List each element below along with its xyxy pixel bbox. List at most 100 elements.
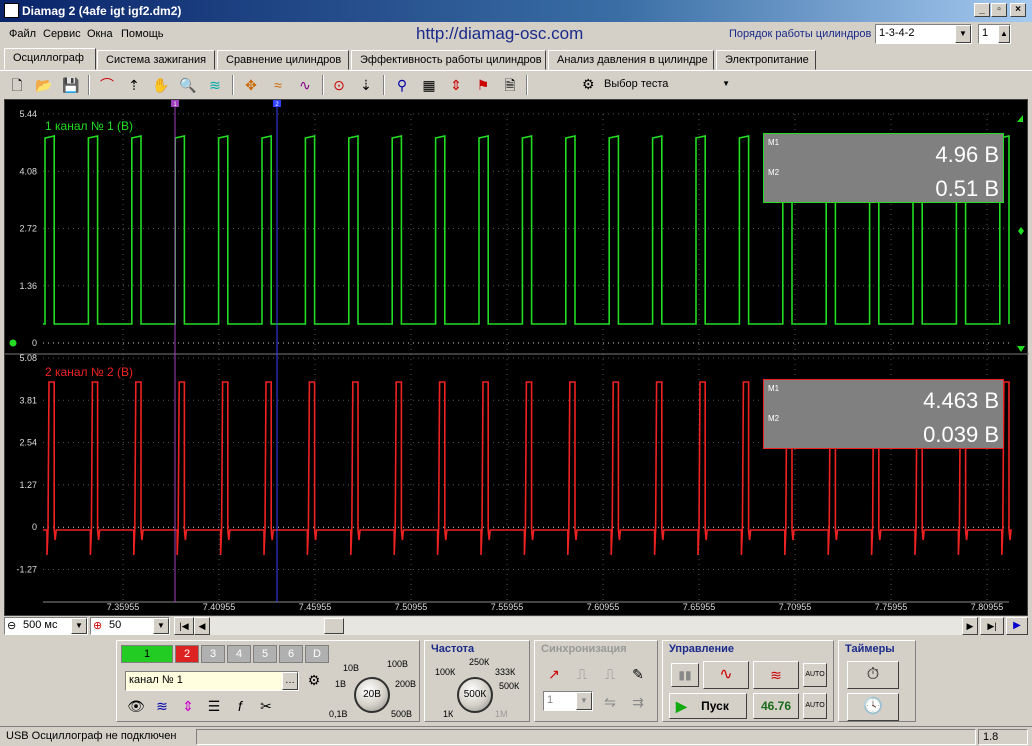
filter-lines-icon[interactable]: ☰	[203, 695, 225, 717]
horizontal-scrollbar[interactable]	[210, 617, 962, 635]
sync-split-icon[interactable]: ⇋	[599, 691, 621, 713]
trigger-icon[interactable]: ✥	[240, 74, 262, 96]
sine-wave-button[interactable]: ∿	[703, 661, 749, 689]
sync-group: Синхронизация ↗ ⎍ ⎍ ✎ 1 ▼ ⇋ ⇉	[534, 640, 658, 722]
cylinder-order-label: Порядок работы цилиндров	[729, 28, 872, 40]
wave-tool-icon[interactable]: ⌒	[96, 74, 118, 96]
pen-icon[interactable]: ✎	[627, 663, 649, 685]
channel-group: 1 2 3 4 5 6 D канал № 1 … ⚙ 👁 ≋ ⇕ ☰ f ✂ …	[116, 640, 420, 722]
menu-file[interactable]: Файл	[9, 28, 36, 40]
vertical-scale-icon[interactable]: ⇕	[177, 695, 199, 717]
step-down-icon[interactable]: ⎍	[599, 663, 621, 685]
overlay-icon[interactable]: ∿	[294, 74, 316, 96]
save-icon[interactable]: 💾	[60, 74, 82, 96]
scrollbar-thumb[interactable]	[324, 618, 344, 634]
scroll-last-button[interactable]: ▶|	[980, 617, 1004, 635]
channel-button-3[interactable]: 3	[201, 645, 225, 663]
start-label: Пуск	[701, 699, 729, 713]
function-icon[interactable]: f	[229, 695, 251, 717]
status-empty-cell	[196, 729, 976, 745]
channel-name-field[interactable]: канал № 1 …	[125, 671, 299, 691]
frequency-knob[interactable]: 500К	[457, 677, 493, 713]
noise-wave-button[interactable]: ≋	[753, 661, 799, 689]
split-icon[interactable]: ⇕	[445, 74, 467, 96]
zoom-icon[interactable]: 🔍	[177, 74, 199, 96]
close-button[interactable]: ×	[1010, 3, 1026, 17]
cylinder-order-select[interactable]: 1-3-4-2 ▼	[875, 24, 972, 44]
toolbar-separator	[88, 75, 90, 95]
more-icon: …	[282, 672, 298, 690]
filter-icon[interactable]: ⚲	[391, 74, 413, 96]
tab-ignition[interactable]: Система зажигания	[97, 50, 215, 70]
tab-pressure-analysis[interactable]: Анализ давления в цилиндре	[548, 50, 714, 70]
fps-display: 46.76	[753, 693, 799, 719]
channel-button-2[interactable]: 2	[175, 645, 199, 663]
channel2-m1-value: 4.463 В	[923, 388, 999, 413]
x-tick-label: 7.80955	[971, 602, 1004, 612]
points-select[interactable]: ⊕ 50 ▼	[90, 617, 170, 635]
step-up-icon[interactable]: ⎍	[571, 663, 593, 685]
waves-icon[interactable]: ≈	[267, 74, 289, 96]
minimize-button[interactable]: _	[974, 3, 990, 17]
cursor-tool-icon[interactable]: ⇡	[123, 74, 145, 96]
tools-icon[interactable]: ✂	[255, 695, 277, 717]
auto-scale-icon[interactable]: ⊙	[328, 74, 350, 96]
oscilloscope-view[interactable]: 7.35955 7.40955 7.45955 7.50955 7.55955 7.609…	[4, 99, 1029, 616]
tab-oscilloscope[interactable]: Осциллограф	[4, 48, 96, 70]
new-file-icon[interactable]: 🗋	[6, 74, 28, 96]
chevron-down-icon: ▼	[576, 692, 592, 710]
channel-button-5[interactable]: 5	[253, 645, 277, 663]
document-icon[interactable]: 🗎	[499, 74, 521, 96]
channel-button-4[interactable]: 4	[227, 645, 251, 663]
scroll-left-button[interactable]: ◀	[194, 617, 210, 635]
tab-cylinder-efficiency[interactable]: Эффективность работы цилиндров	[351, 50, 546, 70]
timers-title: Таймеры	[845, 643, 895, 655]
channel1-y-tick-label: 0	[32, 338, 37, 348]
amplitude-knob[interactable]: 20В	[354, 677, 390, 713]
auto-button[interactable]: AUTO	[803, 663, 827, 687]
channel-settings-icon[interactable]: ⚙	[303, 669, 325, 691]
timebase-select[interactable]: ⊖ 500 мс ▼	[4, 617, 88, 635]
rising-edge-icon[interactable]: ↗	[543, 663, 565, 685]
tab-cylinder-compare[interactable]: Сравнение цилиндров	[217, 50, 349, 70]
channel-align-icon[interactable]: ≋	[204, 74, 226, 96]
sync-channel-select[interactable]: 1 ▼	[543, 691, 593, 711]
menu-service[interactable]: Сервис	[43, 28, 81, 40]
eye-icon[interactable]: 👁	[125, 695, 147, 717]
pause-button[interactable]: ▮▮	[671, 663, 699, 687]
zero-offset-icon[interactable]: ⇣	[355, 74, 377, 96]
website-url[interactable]: http://diamag-osc.com	[416, 24, 583, 44]
sync-merge-icon[interactable]: ⇉	[627, 691, 649, 713]
invert-icon[interactable]: ≋	[151, 695, 173, 717]
channel-button-d[interactable]: D	[305, 645, 329, 663]
channel2-m2-value: 0.039 В	[923, 422, 999, 447]
channel-button-6[interactable]: 6	[279, 645, 303, 663]
channel1-y-tick-label: 1.36	[19, 281, 37, 291]
test-select[interactable]: ⚙ Выбор теста ▼	[578, 74, 738, 96]
cylinder-select[interactable]: 1 ▲	[978, 24, 1011, 44]
amp-tick-200v: 200В	[395, 679, 417, 689]
channel1-label: 1 канал № 1 (В)	[45, 119, 133, 133]
scroll-first-button[interactable]: |◀	[174, 617, 194, 635]
amp-tick-1v: 1В	[335, 679, 347, 689]
points-value: 50	[109, 619, 122, 631]
open-folder-icon[interactable]: 📂	[33, 74, 55, 96]
x-tick-label: 7.65955	[683, 602, 716, 612]
auto-trigger-button[interactable]: AUTO	[803, 693, 827, 719]
timer-clock-button[interactable]: 🕓	[847, 693, 899, 721]
start-button[interactable]: ▶ Пуск	[669, 693, 747, 719]
chevron-down-icon: ▼	[71, 618, 87, 634]
menu-help[interactable]: Помощь	[121, 28, 164, 40]
play-arrow-icon[interactable]: ▶	[1006, 617, 1028, 635]
scroll-right-button[interactable]: ▶	[962, 617, 978, 635]
menu-windows[interactable]: Окна	[87, 28, 113, 40]
amp-tick-10v: 10В	[343, 663, 360, 673]
channel-button-1[interactable]: 1	[121, 645, 173, 663]
grid-icon[interactable]: ▦	[418, 74, 440, 96]
tab-power-supply[interactable]: Электропитание	[716, 50, 816, 70]
hand-tool-icon[interactable]: ✋	[150, 74, 172, 96]
flag-icon[interactable]: ⚑	[472, 74, 494, 96]
maximize-button[interactable]: ▫	[991, 3, 1007, 17]
timer-stopwatch-button[interactable]: ⏱	[847, 661, 899, 689]
x-tick-label: 7.55955	[491, 602, 524, 612]
